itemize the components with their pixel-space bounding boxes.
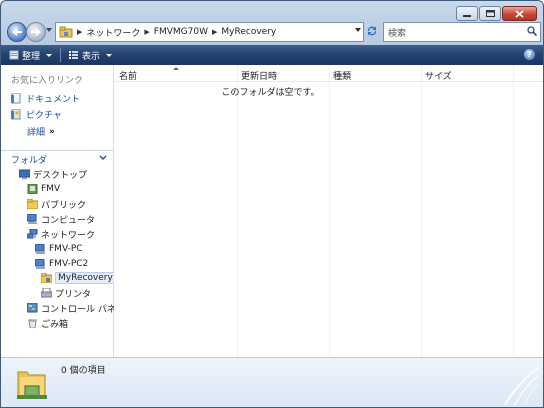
search-box[interactable]: 検索 (383, 22, 541, 42)
maximize-button[interactable] (479, 6, 501, 21)
tree-label: MyRecovery (55, 272, 116, 284)
tree-item-fmv-pc2[interactable]: FMV-PC2 (35, 257, 88, 271)
breadcrumb-fmvmg70w[interactable]: FMVMG70W (150, 27, 212, 37)
maximize-icon (485, 10, 495, 17)
recycle-bin-icon (28, 319, 37, 328)
breadcrumb-myrecovery[interactable]: MyRecovery (217, 27, 280, 37)
printer-icon (41, 288, 52, 298)
chevron-down-icon (99, 155, 107, 160)
search-placeholder: 検索 (388, 29, 407, 39)
recent-pages-dropdown[interactable] (46, 28, 52, 32)
folders-header[interactable]: フォルダ (1, 150, 113, 166)
organize-icon (9, 50, 19, 60)
computer-icon (27, 214, 37, 224)
chevron-down-icon (46, 53, 53, 57)
file-list[interactable]: 名前 更新日時 種類 サイズ このフォルダは空です。 (114, 65, 543, 357)
column-type[interactable]: 種類 (333, 69, 351, 82)
views-button[interactable]: 表示 (61, 45, 120, 65)
help-icon[interactable]: ? (524, 49, 535, 60)
tree-label: コンピュータ (41, 215, 96, 226)
tree-label: デスクトップ (33, 170, 88, 181)
views-label: 表示 (82, 51, 101, 62)
command-bar: 整理 表示 ? (1, 45, 543, 65)
tree-label: FMV-PC2 (49, 259, 89, 269)
close-button[interactable] (502, 6, 537, 21)
tree-item-fmv[interactable]: FMV (27, 182, 60, 196)
explorer-window: ▶ ネットワーク ▶ FMVMG70W ▶ MyRecovery 検索 整理 表… (0, 0, 544, 408)
details-pane: 0 個の項目 (1, 357, 543, 407)
column-divider[interactable] (329, 65, 330, 357)
column-size[interactable]: サイズ (425, 69, 452, 82)
folders-heading: フォルダ (11, 156, 48, 166)
refresh-button[interactable] (364, 23, 380, 39)
organize-button[interactable]: 整理 (1, 45, 60, 65)
network-folder-icon (59, 26, 73, 38)
chevron-down-icon (106, 53, 113, 57)
search-icon[interactable] (527, 26, 537, 36)
tree-label: ごみ箱 (41, 319, 69, 330)
tree-label: コントロール パネル (41, 304, 125, 315)
tree-item-printers[interactable]: プリンタ (41, 286, 91, 300)
navigation-pane: お気に入りリンク ドキュメント ピクチャ 詳細 » フォルダ デスクトップ FM… (1, 65, 125, 357)
documents-icon (11, 93, 21, 104)
column-date-modified[interactable]: 更新日時 (241, 69, 277, 82)
tree-item-network[interactable]: ネットワーク (27, 227, 95, 241)
item-count: 0 個の項目 (61, 366, 106, 376)
minimize-button[interactable] (456, 6, 478, 21)
favorite-links-heading: お気に入りリンク (11, 76, 84, 86)
close-icon (515, 9, 524, 18)
more-links-button[interactable]: 詳細 » (27, 125, 55, 139)
back-button[interactable] (7, 22, 27, 42)
favorite-pictures-link[interactable]: ピクチャ (11, 108, 62, 121)
control-panel-icon (27, 303, 38, 313)
views-icon (69, 51, 79, 59)
tree-label: FMV-PC (49, 244, 83, 254)
user-folder-icon (27, 184, 38, 194)
address-bar[interactable]: ▶ ネットワーク ▶ FMVMG70W ▶ MyRecovery (55, 22, 364, 42)
empty-folder-message: このフォルダは空です。 (221, 88, 320, 98)
computer-icon (35, 244, 45, 254)
forward-arrow-icon (31, 28, 41, 36)
tree-item-myrecovery[interactable]: MyRecovery (41, 271, 116, 285)
column-divider[interactable] (421, 65, 422, 357)
favorite-documents-link[interactable]: ドキュメント (11, 92, 80, 105)
more-links-label: 詳細 (27, 128, 46, 138)
column-divider[interactable] (513, 65, 514, 357)
tree-label: ネットワーク (41, 230, 96, 241)
column-divider[interactable] (237, 65, 238, 357)
computer-icon (35, 259, 45, 269)
tree-item-computer[interactable]: コンピュータ (27, 212, 95, 226)
decorative-swoosh-icon (504, 367, 539, 406)
breadcrumb-network[interactable]: ネットワーク (82, 26, 144, 39)
tree-item-public[interactable]: パブリック (27, 197, 86, 211)
tree-item-desktop[interactable]: デスクトップ (19, 167, 87, 181)
caption-buttons (456, 6, 537, 21)
tree-item-fmv-pc[interactable]: FMV-PC (35, 242, 83, 256)
network-icon (27, 229, 38, 239)
shared-folder-icon (41, 273, 52, 283)
tree-item-recycle-bin[interactable]: ごみ箱 (27, 316, 68, 330)
tree-item-control-panel[interactable]: コントロール パネル (27, 301, 125, 315)
refresh-icon (367, 26, 377, 36)
address-row: ▶ ネットワーク ▶ FMVMG70W ▶ MyRecovery 検索 (7, 22, 541, 42)
tree-label: パブリック (41, 200, 87, 211)
pictures-icon (11, 109, 21, 120)
tree-label: FMV (41, 184, 61, 194)
forward-button[interactable] (26, 22, 46, 42)
tree-label: プリンタ (55, 289, 92, 300)
double-chevron-right-icon: » (49, 126, 55, 137)
address-dropdown-icon[interactable] (355, 28, 361, 32)
back-arrow-icon (12, 28, 22, 36)
shared-folder-icon (17, 371, 47, 399)
organize-label: 整理 (22, 51, 41, 62)
desktop-icon (19, 169, 30, 179)
column-name[interactable]: 名前 (119, 69, 137, 82)
sort-ascending-icon (173, 67, 179, 70)
favorite-pictures-label: ピクチャ (26, 111, 62, 121)
folder-icon (27, 199, 38, 209)
favorite-documents-label: ドキュメント (26, 95, 81, 105)
minimize-icon (463, 14, 471, 17)
